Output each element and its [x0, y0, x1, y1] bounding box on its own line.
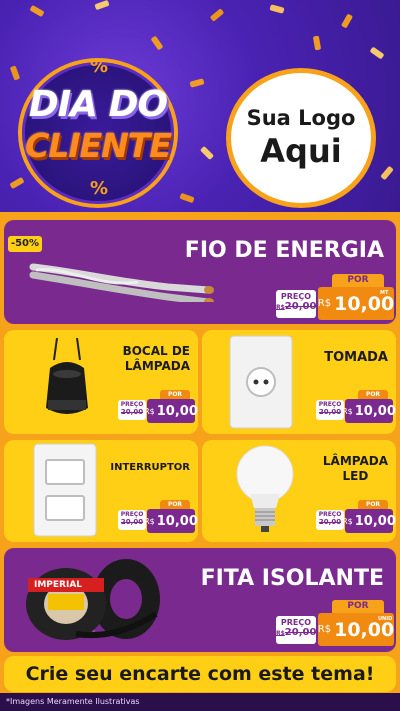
product-card-interruptor: INTERRUPTOR POR PREÇO 20,00 R$ 10,00 [4, 440, 198, 542]
product-card-fio: FIO DE ENERGIA POR PREÇO R$20,00 R$ 10,0… [4, 220, 396, 324]
switch-image [33, 443, 97, 537]
old-price: R$20,00 [276, 301, 316, 312]
product-card-fita: % IMPERIAL FITA ISOLANTE POR PREÇO R$20,… [4, 548, 396, 652]
logo-placeholder: Sua Logo Aqui [226, 68, 376, 208]
preco-label: PREÇO [280, 618, 312, 627]
por-label: POR [358, 390, 388, 399]
por-label: POR [332, 600, 384, 613]
por-label: POR [160, 500, 190, 509]
product-title-line-2: LÂMPADA [124, 359, 190, 373]
preco-label: PREÇO [120, 401, 144, 408]
preco-label: PREÇO [280, 292, 312, 301]
product-title-line-1: BOCAL DE [122, 344, 190, 358]
header-banner: % DIA DO CLIENTE % Sua Logo Aqui [0, 0, 400, 212]
old-price: 20,00 [318, 518, 342, 526]
price-tag: POR PREÇO 20,00 R$ 10,00 [316, 390, 396, 426]
product-title: TOMADA [324, 350, 388, 365]
product-title: INTERRUPTOR [110, 462, 190, 473]
old-price: 20,00 [120, 518, 144, 526]
new-price: R$ 10,00 [144, 509, 198, 533]
product-title-line-1: LÂMPADA [322, 454, 388, 468]
product-title: FITA ISOLANTE [200, 566, 384, 591]
new-price-value: 10,00 [156, 513, 198, 529]
unit-label: UNID [378, 616, 393, 622]
confetti [269, 4, 285, 14]
currency: R$ [342, 516, 353, 526]
confetti [189, 78, 205, 88]
product-title: LÂMPADA LED [323, 454, 388, 484]
old-price-value: 20,00 [284, 301, 317, 312]
led-bulb-image [236, 445, 294, 532]
new-price: R$ 10,00 [342, 509, 396, 533]
title-line-1: DIA DO [28, 84, 168, 125]
old-price-box: PREÇO 20,00 [316, 400, 344, 420]
old-price-box: PREÇO 20,00 [316, 510, 344, 530]
old-price-prefix: R$ [276, 304, 285, 311]
disclaimer-text: *Imagens Meramente Ilustrativas [6, 697, 140, 706]
confetti [9, 65, 21, 81]
new-price: R$ 10,00 [144, 399, 198, 423]
new-price-value: 10,00 [156, 403, 198, 419]
percent-icon: % [90, 178, 109, 199]
preco-label: PREÇO [318, 401, 342, 408]
confetti [94, 0, 110, 11]
discount-badge: -50% [8, 236, 42, 252]
new-price-value: 10,00 [354, 513, 396, 529]
lamp-socket-image [46, 338, 88, 414]
price-tag: POR PREÇO 20,00 R$ 10,00 [118, 390, 198, 426]
currency: R$ [317, 298, 332, 309]
flyer: % DIA DO CLIENTE % Sua Logo Aqui FIO DE … [0, 0, 400, 711]
confetti [199, 145, 215, 161]
price-tag: POR PREÇO R$20,00 R$ 10,00 MT [276, 274, 394, 322]
product-card-tomada: TOMADA POR PREÇO 20,00 R$ 10,00 [202, 330, 396, 434]
currency: R$ [342, 406, 353, 416]
preco-label: PREÇO [120, 511, 144, 518]
confetti [380, 165, 394, 181]
title-line-2: CLIENTE [25, 126, 172, 165]
confetti [209, 8, 225, 22]
old-price-box: PREÇO R$20,00 [276, 290, 316, 318]
confetti [179, 192, 195, 204]
logo-text-line-2: Aqui [260, 132, 342, 170]
preco-label: PREÇO [318, 511, 342, 518]
currency: R$ [317, 624, 332, 635]
tape-image [26, 559, 160, 640]
tape-brand-label: IMPERIAL [34, 580, 83, 590]
cta-banner: Crie seu encarte com este tema! [4, 656, 396, 692]
new-price-value: 10,00 [354, 403, 396, 419]
old-price-prefix: R$ [276, 630, 285, 637]
old-price-box: PREÇO R$20,00 [276, 616, 316, 644]
old-price: 20,00 [120, 408, 144, 416]
unit-label: MT [380, 290, 389, 296]
currency: R$ [144, 516, 155, 526]
currency: R$ [144, 406, 155, 416]
old-price: R$20,00 [276, 627, 316, 638]
price-tag: POR PREÇO R$20,00 R$ 10,00 UNID [276, 600, 394, 648]
price-tag: POR PREÇO 20,00 R$ 10,00 [316, 500, 396, 536]
por-label: POR [160, 390, 190, 399]
product-title: BOCAL DE LÂMPADA [123, 344, 190, 374]
old-price: 20,00 [318, 408, 342, 416]
old-price-value: 20,00 [284, 627, 317, 638]
por-label: POR [332, 274, 384, 287]
confetti [9, 176, 25, 190]
product-card-lampada: LÂMPADA LED POR PREÇO 20,00 R$ 10,00 [202, 440, 396, 542]
confetti [369, 46, 385, 60]
old-price-box: PREÇO 20,00 [118, 400, 146, 420]
percent-icon: % [90, 56, 109, 77]
confetti [312, 35, 322, 51]
price-tag: POR PREÇO 20,00 R$ 10,00 [118, 500, 198, 536]
outlet-image [229, 335, 293, 429]
product-card-bocal: BOCAL DE LÂMPADA POR PREÇO 20,00 R$ 10,0… [4, 330, 198, 434]
por-label: POR [358, 500, 388, 509]
old-price-box: PREÇO 20,00 [118, 510, 146, 530]
product-title: FIO DE ENERGIA [184, 238, 384, 263]
new-price: R$ 10,00 [342, 399, 396, 423]
product-title-line-2: LED [342, 469, 369, 483]
dia-do-cliente-badge: % DIA DO CLIENTE % [18, 56, 178, 208]
confetti [150, 35, 164, 51]
confetti [340, 13, 354, 29]
logo-text-line-1: Sua Logo [246, 106, 356, 130]
confetti [29, 4, 45, 18]
